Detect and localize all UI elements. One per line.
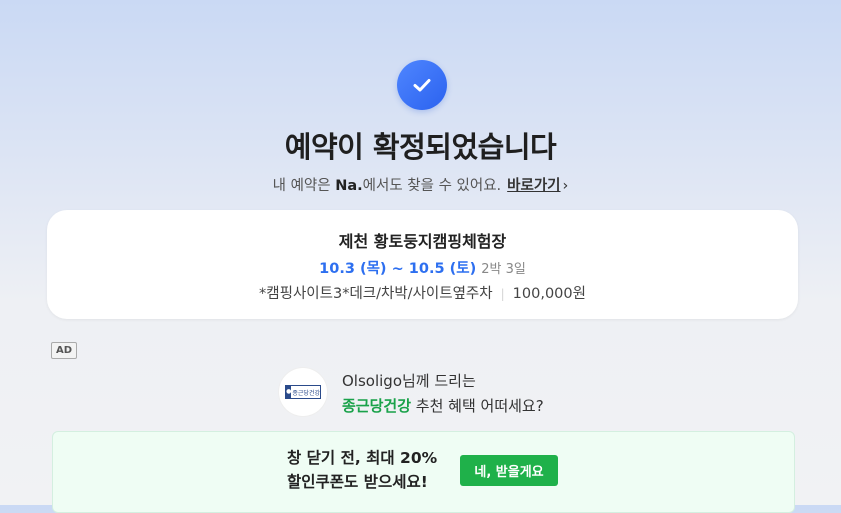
subtitle: 내 예약은 Na.에서도 찾을 수 있어요. 바로가기 › [0,174,841,195]
campsite-name: 제천 황토둥지캠핑체험장 [338,232,507,251]
promo-line-2: 종근당건강 추천 혜택 어떠세요? [342,395,544,416]
chevron-right-icon[interactable]: › [563,178,569,194]
date-range: 10.3 (목) ~ 10.5 (토) [319,261,477,277]
coupon-banner: 창 닫기 전, 최대 20% 할인쿠폰도 받으세요! 네, 받을게요 [52,431,795,513]
page-title: 예약이 확정되었습니다 [284,130,557,164]
ad-badge: AD [51,342,78,359]
logo-mark: ● 종근당건강 [285,385,321,399]
coupon-line-1: 창 닫기 전, 최대 20% [287,449,438,467]
promo-line-2-text: 추천 혜택 어떠세요? [411,397,544,415]
subtitle-prefix: 내 예약은 [272,178,336,194]
check-icon [397,60,447,110]
coupon-text: 창 닫기 전, 최대 20% 할인쿠폰도 받으세요! [287,446,437,494]
coupon-line-2: 할인쿠폰도 받으세요! [287,473,428,491]
divider: | [500,287,505,301]
site-name: *캠핑사이트3*데크/차박/사이트옆주차 [259,286,493,302]
shortcut-link[interactable]: 바로가기 [507,178,560,194]
reservation-dates: 10.3 (목) ~ 10.5 (토) 2박 3일 [47,257,798,278]
nights-label: 2박 3일 [481,262,526,277]
subtitle-suffix: 에서도 찾을 수 있어요. [362,178,502,194]
subtitle-brand: Na. [335,178,363,194]
advertiser-logo[interactable]: ● 종근당건강 [279,368,327,416]
promo-line-1: Olsoligo님께 드리는 [342,372,476,390]
reservation-card: 제천 황토둥지캠핑체험장 10.3 (목) ~ 10.5 (토) 2박 3일 *캠… [47,210,798,319]
price: 100,000원 [512,286,586,302]
site-info: *캠핑사이트3*데크/차박/사이트옆주차 | 100,000원 [47,282,798,303]
get-coupon-button[interactable]: 네, 받을게요 [460,455,558,486]
logo-text: 종근당건강 [292,389,320,397]
promo-brand: 종근당건강 [342,397,412,415]
